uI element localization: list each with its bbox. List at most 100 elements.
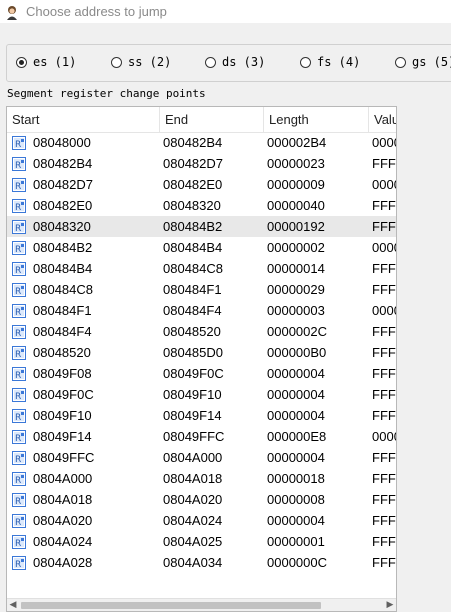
table-row[interactable]: R 0804A020 0804A024 00000004 FFFF	[7, 510, 396, 531]
cell-length: 00000018	[267, 471, 325, 486]
cell-length: 00000009	[267, 177, 325, 192]
table-row[interactable]: R 080482D7 080482E0 00000009 0000	[7, 174, 396, 195]
cell-value: 0000	[372, 303, 396, 318]
cell-start: 08049F08	[33, 366, 92, 381]
title-bar: Choose address to jump	[0, 0, 451, 23]
svg-text:R: R	[15, 161, 21, 171]
table-row[interactable]: R 08049FFC 0804A000 00000004 FFFF	[7, 447, 396, 468]
radio-es-label: es (1)	[33, 55, 77, 69]
radio-es-circle[interactable]	[16, 56, 27, 68]
table-row[interactable]: R 080484B4 080484C8 00000014 FFFF	[7, 258, 396, 279]
segment-entry-icon: R	[12, 219, 26, 234]
radio-ds-circle[interactable]	[205, 56, 216, 68]
segment-entry-icon: R	[12, 177, 26, 192]
radio-fs[interactable]: fs (4)	[300, 55, 360, 69]
svg-text:R: R	[15, 434, 21, 444]
table-row[interactable]: R 08048520 080485D0 000000B0 FFFF	[7, 342, 396, 363]
segment-entry-icon: R	[12, 555, 26, 570]
section-label: Segment register change points	[7, 87, 206, 100]
table-header: Start End Length Valu	[7, 107, 396, 133]
cell-start: 0804A000	[33, 471, 93, 486]
table-row[interactable]: R 08049F08 08049F0C 00000004 FFFF	[7, 363, 396, 384]
segment-entry-icon: R	[12, 387, 26, 402]
svg-text:R: R	[15, 287, 21, 297]
cell-length: 00000004	[267, 387, 325, 402]
table-row[interactable]: R 0804A024 0804A025 00000001 FFFF	[7, 531, 396, 552]
cell-end: 0804A034	[163, 555, 223, 570]
cell-start: 080482E0	[33, 198, 93, 213]
segment-entry-icon: R	[12, 450, 26, 465]
svg-text:R: R	[15, 203, 21, 213]
cell-start: 080482B4	[33, 156, 93, 171]
segment-entry-icon: R	[12, 240, 26, 255]
segment-entry-icon: R	[12, 261, 26, 276]
segment-entry-icon: R	[12, 303, 26, 318]
cell-start: 0804A018	[33, 492, 93, 507]
segment-entry-icon: R	[12, 156, 26, 171]
table-row[interactable]: R 080484B2 080484B4 00000002 0000	[7, 237, 396, 258]
cell-start: 08049FFC	[33, 450, 95, 465]
segment-entry-icon: R	[12, 408, 26, 423]
table-row[interactable]: R 08049F14 08049FFC 000000E8 0000	[7, 426, 396, 447]
column-header-start[interactable]: Start	[7, 107, 160, 132]
app-avatar-icon	[4, 3, 22, 21]
table-row[interactable]: R 080482B4 080482D7 00000023 FFFF	[7, 153, 396, 174]
radio-fs-circle[interactable]	[300, 56, 311, 68]
column-header-end[interactable]: End	[160, 107, 264, 132]
cell-length: 00000004	[267, 450, 325, 465]
cell-value: FFFF	[372, 555, 396, 570]
segment-entry-icon: R	[12, 492, 26, 507]
segment-entry-icon: R	[12, 513, 26, 528]
cell-length: 00000023	[267, 156, 325, 171]
scrollbar-thumb[interactable]	[21, 602, 321, 609]
radio-gs-circle[interactable]	[395, 56, 406, 68]
horizontal-scrollbar[interactable]: ◀ ▶	[7, 598, 396, 611]
cell-length: 00000004	[267, 408, 325, 423]
cell-end: 080482D7	[163, 156, 223, 171]
cell-value: FFFF	[372, 261, 396, 276]
segment-entry-icon: R	[12, 366, 26, 381]
table-row[interactable]: R 0804A018 0804A020 00000008 FFFF	[7, 489, 396, 510]
table-row[interactable]: R 0804A000 0804A018 00000018 FFFF	[7, 468, 396, 489]
radio-ss[interactable]: ss (2)	[111, 55, 171, 69]
cell-start: 08049F10	[33, 408, 92, 423]
cell-start: 080484F1	[33, 303, 92, 318]
change-points-table[interactable]: Start End Length Valu R 08048000 080482B4 0…	[6, 106, 397, 612]
svg-text:R: R	[15, 476, 21, 486]
cell-end: 080484B4	[163, 240, 223, 255]
scroll-left-arrow-icon[interactable]: ◀	[7, 599, 19, 611]
cell-length: 00000014	[267, 261, 325, 276]
radio-ss-circle[interactable]	[111, 56, 122, 68]
table-row[interactable]: R 08048000 080482B4 000002B4 0000	[7, 132, 396, 153]
cell-end: 0804A020	[163, 492, 223, 507]
column-header-length[interactable]: Length	[264, 107, 369, 132]
scroll-right-arrow-icon[interactable]: ▶	[384, 599, 396, 611]
table-row[interactable]: R 080484C8 080484F1 00000029 FFFF	[7, 279, 396, 300]
radio-ds[interactable]: ds (3)	[205, 55, 265, 69]
cell-end: 08048320	[163, 198, 221, 213]
table-row[interactable]: R 080484F1 080484F4 00000003 0000	[7, 300, 396, 321]
table-row[interactable]: R 0804A028 0804A034 0000000C FFFF	[7, 552, 396, 573]
table-row[interactable]: R 080482E0 08048320 00000040 FFFF	[7, 195, 396, 216]
svg-text:R: R	[15, 539, 21, 549]
cell-end: 08049F0C	[163, 366, 224, 381]
radio-es[interactable]: es (1)	[16, 55, 76, 69]
cell-length: 00000002	[267, 240, 325, 255]
radio-gs[interactable]: gs (5)	[395, 55, 451, 69]
cell-value: FFFF	[372, 513, 396, 528]
cell-start: 080484F4	[33, 324, 92, 339]
cell-start: 080482D7	[33, 177, 93, 192]
svg-text:R: R	[15, 140, 21, 150]
table-row[interactable]: R 080484F4 08048520 0000002C FFFF	[7, 321, 396, 342]
table-row[interactable]: R 08049F0C 08049F10 00000004 FFFF	[7, 384, 396, 405]
column-header-value[interactable]: Valu	[369, 107, 396, 132]
table-row[interactable]: R 08048320 080484B2 00000192 FFFF	[7, 216, 396, 237]
svg-text:R: R	[15, 245, 21, 255]
cell-start: 08048520	[33, 345, 91, 360]
cell-end: 080484F1	[163, 282, 222, 297]
table-row[interactable]: R 08049F10 08049F14 00000004 FFFF	[7, 405, 396, 426]
cell-value: FFFF	[372, 198, 396, 213]
cell-value: FFFF	[372, 366, 396, 381]
svg-text:R: R	[15, 413, 21, 423]
cell-end: 0804A024	[163, 513, 223, 528]
